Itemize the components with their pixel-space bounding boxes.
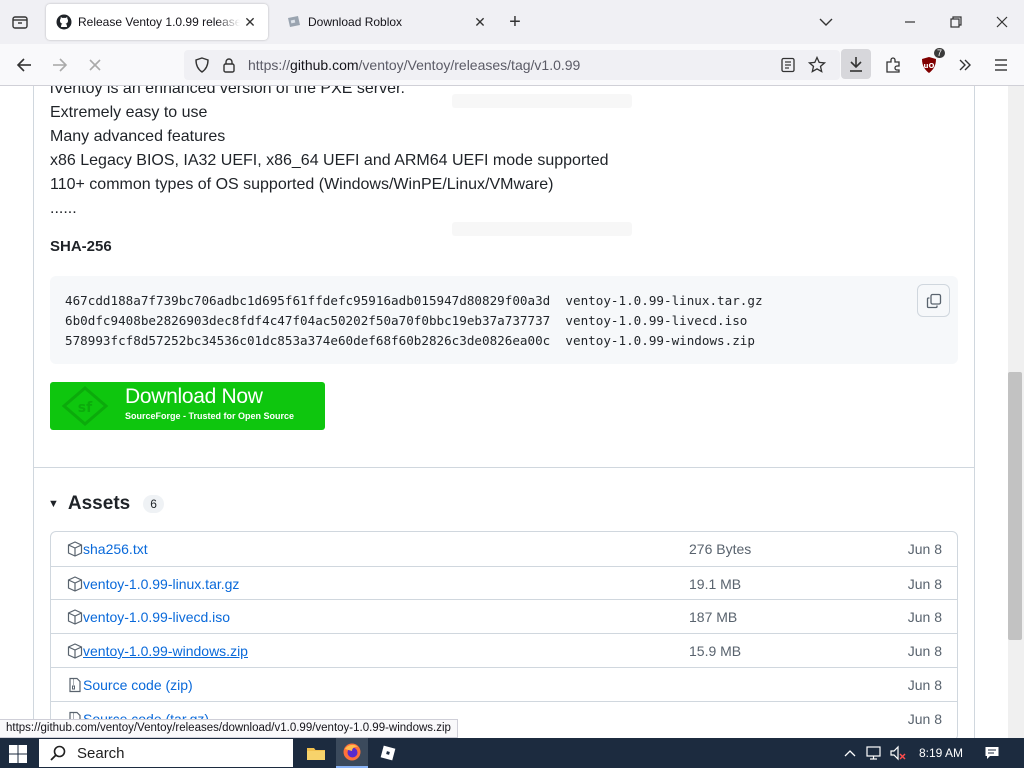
asset-row: ventoy-1.0.99-linux.tar.gz 19.1 MB Jun 8 (51, 566, 957, 600)
list-all-tabs-icon[interactable] (814, 11, 838, 33)
tab-title: Download Roblox (308, 15, 403, 29)
copy-icon[interactable] (917, 284, 950, 317)
new-tab-icon[interactable]: + (504, 11, 526, 33)
asset-date: Jun 8 (907, 609, 942, 625)
address-bar[interactable]: https://github.com/ventoy/Ventoy/release… (184, 50, 840, 80)
svg-text:uO: uO (924, 62, 935, 70)
volume-muted-icon[interactable] (888, 738, 908, 768)
asset-date: Jun 8 (907, 711, 942, 727)
asset-row: ventoy-1.0.99-windows.zip 15.9 MB Jun 8 (51, 633, 957, 667)
sourceforge-download-button[interactable]: sf Download Now SourceForge - Trusted fo… (50, 382, 325, 430)
downloads-icon[interactable] (841, 49, 871, 79)
assets-toggle[interactable]: ▼ Assets 6 (48, 491, 164, 517)
sha-line: 467cdd188a7f739bc706adbc1d695f61ffdefc95… (65, 293, 763, 308)
sourceforge-logo-icon: sf (61, 386, 109, 426)
sha-line: 578993fcf8d57252bc34536c01dc853a374e60de… (65, 333, 755, 348)
assets-count-badge: 6 (143, 495, 164, 513)
tracking-protection-icon[interactable] (194, 57, 210, 78)
file-zip-icon (69, 677, 81, 693)
forward-icon[interactable] (47, 52, 73, 78)
show-hidden-icons-icon[interactable] (842, 738, 858, 768)
asset-row: Source code (zip) Jun 8 (51, 667, 957, 701)
release-note-line: x86 Legacy BIOS, IA32 UEFI, x86_64 UEFI … (50, 152, 609, 169)
tab-title: Release Ventoy 1.0.99 release · v (78, 15, 240, 29)
roblox-page-icon (286, 14, 302, 30)
ublock-origin-icon[interactable]: uO 7 (916, 48, 945, 78)
sourceforge-sub-label: SourceForge - Trusted for Open Source (125, 411, 295, 421)
assets-heading: Assets (67, 493, 131, 514)
search-label: Search (77, 744, 125, 762)
lock-icon[interactable] (222, 57, 236, 78)
asset-date: Jun 8 (907, 643, 942, 659)
svg-text:sf: sf (78, 400, 93, 416)
firefox-icon[interactable] (336, 738, 368, 768)
section-divider (34, 467, 974, 468)
asset-size: 15.9 MB (689, 643, 742, 659)
asset-size: 187 MB (689, 609, 738, 625)
asset-date: Jun 8 (907, 541, 942, 557)
release-note-line: Many advanced features (50, 128, 226, 145)
search-icon (50, 745, 66, 761)
clock[interactable]: 8:19 AM (912, 738, 970, 768)
more-tools-icon[interactable] (952, 52, 978, 78)
package-icon (67, 576, 83, 592)
package-icon (67, 609, 83, 625)
minimize-icon[interactable] (898, 11, 922, 33)
sha-code-block[interactable]: 467cdd188a7f739bc706adbc1d695f61ffdefc95… (50, 276, 958, 364)
asset-size: 276 Bytes (689, 541, 752, 557)
close-tab-icon[interactable]: ✕ (470, 12, 490, 32)
tab-strip: Release Ventoy 1.0.99 release · v ✕ Down… (0, 0, 1024, 44)
extensions-icon[interactable] (880, 52, 906, 78)
tab-ventoy-release[interactable]: Release Ventoy 1.0.99 release · v ✕ (46, 4, 268, 40)
overlay-artifact (452, 222, 632, 236)
package-icon (67, 541, 83, 557)
package-icon (67, 643, 83, 659)
scrollbar-thumb[interactable] (1008, 372, 1022, 640)
asset-link[interactable]: Source code (zip) (83, 677, 193, 693)
asset-link[interactable]: ventoy-1.0.99-windows.zip (83, 643, 248, 659)
link-status-url: https://github.com/ventoy/Ventoy/release… (0, 719, 458, 738)
asset-link[interactable]: ventoy-1.0.99-linux.tar.gz (83, 576, 239, 592)
sourceforge-main-label: Download Now (125, 385, 263, 408)
asset-date: Jun 8 (907, 677, 942, 693)
back-icon[interactable] (11, 52, 37, 78)
windows-start-icon[interactable] (8, 744, 28, 764)
reader-view-icon[interactable] (780, 57, 796, 78)
sha-heading: SHA-256 (50, 238, 112, 255)
close-window-icon[interactable] (990, 11, 1014, 33)
network-icon[interactable] (864, 738, 884, 768)
file-explorer-icon[interactable] (300, 738, 332, 768)
github-icon (56, 14, 72, 30)
bookmark-star-icon[interactable] (807, 55, 827, 79)
release-note-line: Extremely easy to use (50, 104, 208, 121)
close-tab-icon[interactable]: ✕ (240, 12, 260, 32)
taskbar-search[interactable]: Search (39, 739, 293, 767)
overlay-artifact (452, 94, 632, 108)
release-note-line: iVentoy is an enhanced version of the PX… (50, 86, 405, 97)
tab-download-roblox[interactable]: Download Roblox ✕ (276, 4, 498, 40)
asset-size: 19.1 MB (689, 576, 742, 592)
release-note-line: ...... (50, 200, 77, 217)
hamburger-menu-icon[interactable] (988, 52, 1014, 78)
roblox-app-icon[interactable] (372, 738, 404, 768)
extension-badge: 7 (933, 48, 945, 58)
navigation-toolbar: https://github.com/ventoy/Ventoy/release… (0, 44, 1024, 86)
page-content[interactable]: iVentoy is an enhanced version of the PX… (0, 86, 1008, 738)
windows-taskbar: Search 8:19 AM (0, 738, 1024, 768)
assets-list: sha256.txt 276 Bytes Jun 8 ventoy-1.0.99… (50, 531, 958, 738)
asset-row: sha256.txt 276 Bytes Jun 8 (51, 532, 957, 566)
asset-date: Jun 8 (907, 576, 942, 592)
asset-link[interactable]: ventoy-1.0.99-livecd.iso (83, 609, 230, 625)
release-note-line: 110+ common types of OS supported (Windo… (50, 176, 554, 193)
tab-list-icon[interactable] (8, 10, 32, 34)
restore-icon[interactable] (944, 11, 968, 33)
asset-row: ventoy-1.0.99-livecd.iso 187 MB Jun 8 (51, 599, 957, 633)
stop-loading-icon[interactable] (82, 52, 108, 78)
asset-link[interactable]: sha256.txt (83, 541, 148, 557)
url-text[interactable]: https://github.com/ventoy/Ventoy/release… (248, 57, 580, 73)
sha-line: 6b0dfc9408be2826903dec8fdf4c47f04ac50202… (65, 313, 748, 328)
notifications-icon[interactable] (980, 738, 1004, 768)
caret-down-icon: ▼ (48, 498, 59, 510)
